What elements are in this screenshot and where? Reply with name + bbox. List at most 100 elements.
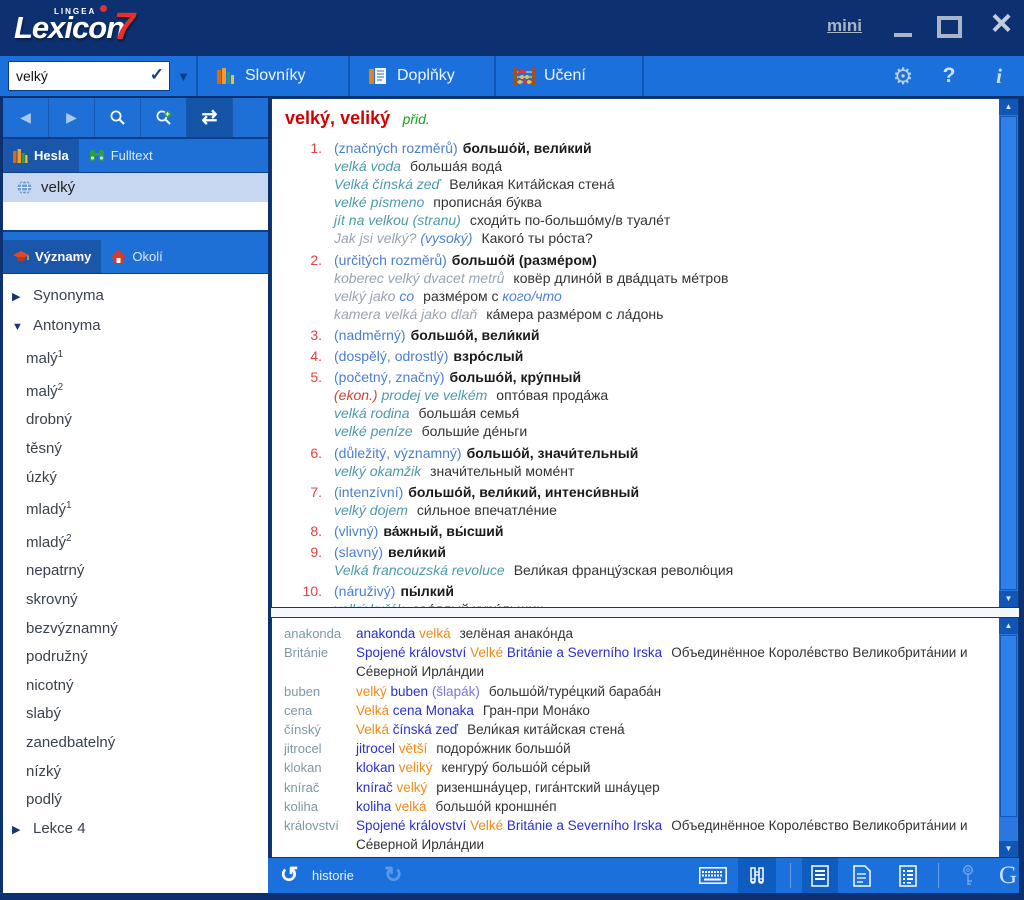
mini-mode-link[interactable]: mini bbox=[827, 16, 862, 36]
tab-vyznamy[interactable]: Významy bbox=[3, 240, 101, 273]
collocation-phrase[interactable]: anakonda bbox=[356, 626, 419, 641]
view-short-entry-button[interactable] bbox=[844, 858, 880, 893]
tree-item[interactable]: nicotný bbox=[3, 672, 268, 701]
tree-item[interactable]: slabý bbox=[3, 700, 268, 729]
maximize-icon[interactable] bbox=[937, 16, 962, 38]
scroll-up-icon[interactable]: ▲ bbox=[999, 618, 1018, 634]
collocation-body: Velká cena MonakaГран-при Мона́ко bbox=[356, 701, 999, 720]
zoom-button[interactable] bbox=[141, 98, 187, 137]
collocation-phrase[interactable]: koliha bbox=[356, 799, 395, 814]
collocation-row[interactable]: království Spojené království Velké Brit… bbox=[272, 816, 999, 854]
menu-slovniky[interactable]: Slovníky bbox=[200, 56, 356, 96]
tree-item[interactable]: malý1 bbox=[3, 341, 268, 374]
back-button[interactable]: ◀ bbox=[3, 98, 49, 137]
info-button[interactable]: i bbox=[986, 56, 1012, 96]
tree-item[interactable]: úzký bbox=[3, 464, 268, 493]
collocation-row[interactable]: buben velký buben (šlapák)большо́й/туре́… bbox=[272, 682, 999, 701]
scroll-down-icon[interactable]: ▼ bbox=[999, 591, 1018, 607]
collocation-highlight[interactable]: Velká bbox=[356, 722, 389, 737]
minimize-icon[interactable] bbox=[894, 33, 912, 37]
tree-item[interactable]: malý2 bbox=[3, 374, 268, 407]
collocation-highlight[interactable]: velký bbox=[397, 780, 428, 795]
collocation-row[interactable]: labuť labuť velkáле́бедь шипу́н bbox=[272, 854, 999, 857]
collocation-phrase[interactable]: klokan bbox=[356, 760, 399, 775]
forward-button[interactable]: ▶ bbox=[49, 98, 95, 137]
tree-expand-icon[interactable]: ▶ bbox=[12, 816, 25, 845]
collocation-phrase[interactable]: Británie a Severního Irska bbox=[503, 818, 662, 833]
tree-item[interactable]: podružný bbox=[3, 643, 268, 672]
collocation-row[interactable]: knírač knírač velkýризеншна́уцер, гига́н… bbox=[272, 778, 999, 797]
collocation-row[interactable]: cena Velká cena MonakaГран-при Мона́ко bbox=[272, 701, 999, 720]
collocation-phrase[interactable]: jitrocel bbox=[356, 741, 399, 756]
license-key-button[interactable] bbox=[950, 858, 986, 893]
fulltext-search-button[interactable] bbox=[738, 858, 776, 893]
collocation-highlight[interactable]: veliký bbox=[399, 760, 433, 775]
collocation-row[interactable]: koliha koliha velkáбольшо́й кроншне́п bbox=[272, 797, 999, 816]
tab-okoli[interactable]: Okolí bbox=[101, 240, 172, 273]
view-full-entry-button[interactable] bbox=[802, 858, 838, 893]
search-history-dropdown-icon[interactable]: ▼ bbox=[177, 69, 190, 84]
tree-item-label: Lekce 4 bbox=[33, 820, 86, 837]
collocation-highlight[interactable]: větší bbox=[399, 741, 428, 756]
collocation-translation: кенгуру́ большо́й се́рый bbox=[442, 760, 591, 775]
collocation-phrase[interactable]: čínská zeď bbox=[389, 722, 458, 737]
history-icon[interactable]: ↺ bbox=[280, 862, 298, 888]
collocation-phrase[interactable]: cena Monaka bbox=[389, 703, 474, 718]
tree-item[interactable]: mladý2 bbox=[3, 525, 268, 558]
collocation-row[interactable]: anakonda anakonda velkáзелёная анако́нда bbox=[272, 624, 999, 643]
collocation-highlight[interactable]: Velké bbox=[470, 645, 503, 660]
help-button[interactable]: ? bbox=[936, 56, 962, 96]
tab-hesla[interactable]: Hesla bbox=[3, 139, 79, 172]
swap-languages-button[interactable]: ⇄ bbox=[187, 98, 233, 137]
collocation-phrase[interactable]: knírač bbox=[356, 780, 397, 795]
collocation-phrase[interactable]: Spojené království bbox=[356, 645, 470, 660]
tree-item[interactable]: ▶ Lekce 4 bbox=[3, 815, 268, 845]
scrollbar-thumb[interactable] bbox=[1000, 116, 1017, 590]
search-box[interactable]: ✓ bbox=[8, 61, 170, 91]
tree-item[interactable]: bezvýznamný bbox=[3, 615, 268, 644]
collocation-row[interactable]: čínský Velká čínská zeďВели́кая кита́йск… bbox=[272, 720, 999, 739]
tree-item[interactable]: mladý1 bbox=[3, 492, 268, 525]
tree-item[interactable]: ▶Synonyma bbox=[3, 282, 268, 312]
collocation-highlight[interactable]: Velké bbox=[470, 818, 503, 833]
tab-fulltext[interactable]: Fulltext bbox=[79, 139, 163, 172]
menu-uceni[interactable]: Učení bbox=[498, 56, 654, 96]
search-input[interactable] bbox=[14, 65, 143, 87]
panel-splitter[interactable] bbox=[271, 608, 1019, 617]
collocation-highlight[interactable]: velký bbox=[356, 684, 387, 699]
tree-expand-icon[interactable]: ▼ bbox=[12, 313, 25, 342]
collocations-scrollbar[interactable]: ▲ ▼ bbox=[999, 618, 1018, 857]
tree-item[interactable]: zanedbatelný bbox=[3, 729, 268, 758]
collocation-phrase[interactable]: Británie a Severního Irska bbox=[503, 645, 662, 660]
scroll-down-icon[interactable]: ▼ bbox=[999, 841, 1018, 857]
scroll-up-icon[interactable]: ▲ bbox=[999, 99, 1018, 115]
scrollbar-thumb[interactable] bbox=[1000, 635, 1017, 817]
close-icon[interactable]: × bbox=[991, 2, 1012, 44]
collocation-row[interactable]: Británie Spojené království Velké Britán… bbox=[272, 643, 999, 681]
search-confirm-icon[interactable]: ✓ bbox=[150, 65, 164, 85]
collocation-row[interactable]: klokan klokan velikýкенгуру́ большо́й се… bbox=[272, 758, 999, 777]
tree-item[interactable]: nízký bbox=[3, 758, 268, 787]
tree-expand-icon[interactable]: ▶ bbox=[12, 283, 25, 312]
collocation-phrase[interactable]: labuť bbox=[356, 856, 390, 857]
tree-item[interactable]: skrovný bbox=[3, 586, 268, 615]
search-button[interactable] bbox=[95, 98, 141, 137]
tree-item[interactable]: těsný bbox=[3, 435, 268, 464]
collocation-highlight[interactable]: velká bbox=[395, 799, 427, 814]
tree-item[interactable]: podlý bbox=[3, 786, 268, 815]
collocation-highlight[interactable]: velká bbox=[390, 856, 422, 857]
settings-button[interactable]: ⚙ bbox=[888, 56, 918, 96]
collocation-highlight[interactable]: velká bbox=[419, 626, 451, 641]
collocation-phrase[interactable]: buben bbox=[387, 684, 428, 699]
tree-item[interactable]: ▼Antonyma bbox=[3, 312, 268, 342]
menu-doplnky[interactable]: Doplňky bbox=[352, 56, 506, 96]
view-grid-entry-button[interactable] bbox=[890, 858, 926, 893]
collocation-highlight[interactable]: Velká bbox=[356, 703, 389, 718]
keyboard-button[interactable] bbox=[692, 858, 734, 893]
collocation-phrase[interactable]: Spojené království bbox=[356, 818, 470, 833]
entry-scrollbar[interactable]: ▲ ▼ bbox=[999, 99, 1018, 607]
tree-item[interactable]: drobný bbox=[3, 406, 268, 435]
result-item-velky[interactable]: velký bbox=[3, 173, 268, 202]
collocation-row[interactable]: jitrocel jitrocel většíподоро́жник больш… bbox=[272, 739, 999, 758]
tree-item[interactable]: nepatrný bbox=[3, 557, 268, 586]
